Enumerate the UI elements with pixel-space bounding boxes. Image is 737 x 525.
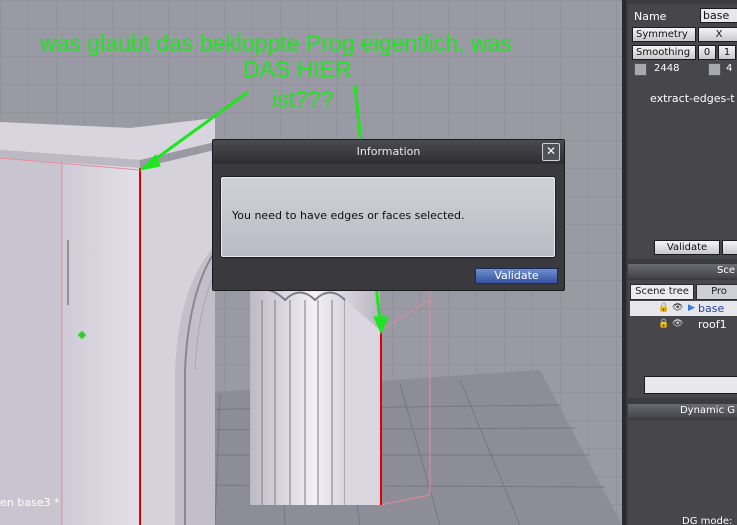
validate-button[interactable]: Validate — [475, 268, 558, 284]
expand-arrow-icon[interactable]: ▶ — [688, 301, 695, 316]
eye-icon[interactable]: 👁 — [672, 301, 683, 316]
dialog-title: Information — [213, 140, 564, 164]
name-label: Name — [634, 10, 667, 23]
tree-item-base[interactable]: 🔒 👁 ▶ base — [630, 301, 737, 316]
close-icon[interactable]: ✕ — [542, 143, 560, 161]
properties-extra-button[interactable] — [722, 240, 737, 255]
annotation-line-2: DAS HIER — [243, 56, 352, 82]
dg-mode-label: DG mode: — [682, 516, 733, 525]
right-panel: Name base Symmetry X Smoothing 0 1 2448 … — [622, 0, 737, 525]
scene-search-field[interactable] — [644, 376, 737, 394]
scene-panel-header: Sce — [628, 264, 737, 278]
tab-scene-tree[interactable]: Scene tree — [630, 284, 694, 300]
vertex-count-icon — [708, 63, 721, 76]
smoothing-level-1[interactable]: 1 — [718, 45, 736, 60]
lock-icon[interactable]: 🔒 — [658, 301, 669, 316]
properties-validate-button[interactable]: Validate — [654, 240, 720, 255]
polygon-count: 2448 — [654, 63, 680, 74]
tree-item-label: roof1 — [698, 318, 727, 331]
tree-item-roof1[interactable]: 🔒 👁 roof1 — [630, 317, 737, 332]
dynamic-panel-header: Dynamic G — [628, 404, 737, 418]
annotation-line-1: was glaubt das bekloppte Prog eigentlich… — [40, 30, 512, 56]
eye-icon[interactable]: 👁 — [672, 317, 683, 332]
smoothing-button[interactable]: Smoothing — [632, 45, 696, 60]
smoothing-level-0[interactable]: 0 — [698, 45, 716, 60]
lock-icon[interactable]: 🔒 — [658, 317, 669, 332]
tree-item-label: base — [698, 302, 725, 315]
dynamic-panel — [628, 420, 737, 525]
annotation-line-3: ist??? — [272, 86, 334, 112]
extract-edges-label: extract-edges-t — [650, 92, 735, 105]
name-field[interactable]: base — [700, 8, 737, 23]
scene-name-label: en base3 * — [0, 496, 60, 509]
vertex-count: 4 — [726, 63, 733, 74]
polygon-count-icon — [634, 63, 647, 76]
symmetry-axis-button[interactable]: X — [698, 27, 737, 42]
properties-panel — [628, 4, 737, 259]
dialog-message: You need to have edges or faces selected… — [232, 209, 465, 222]
dialog-message-box: You need to have edges or faces selected… — [220, 176, 556, 258]
tab-properties[interactable]: Pro — [696, 284, 737, 300]
symmetry-button[interactable]: Symmetry — [632, 27, 696, 42]
information-dialog: Information ✕ You need to have edges or … — [212, 139, 565, 291]
